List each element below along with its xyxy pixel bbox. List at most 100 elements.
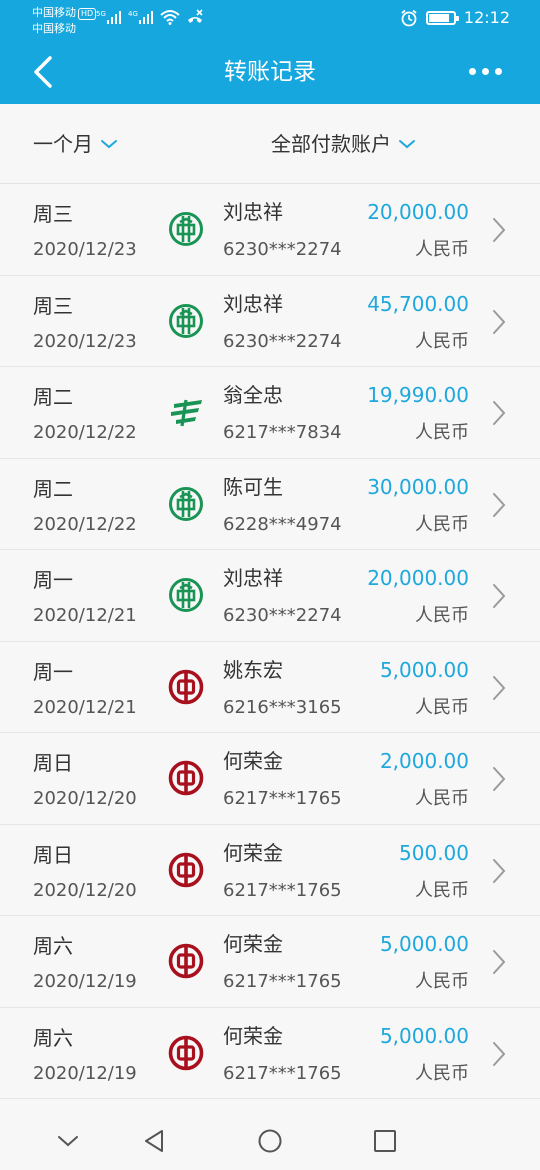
period-filter[interactable]: 一个月 — [33, 130, 119, 158]
transaction-list: 周三 2020/12/23 刘忠祥 6230***2274 20,000.00 人民币 周… — [0, 184, 540, 1099]
transaction-amount: 19,990.00 — [367, 383, 469, 407]
transaction-date: 2020/12/19 — [33, 971, 137, 992]
chevron-right-icon — [492, 583, 506, 609]
payee-account: 6217***1765 — [223, 788, 342, 809]
transaction-currency: 人民币 — [415, 239, 469, 260]
no-call-icon — [188, 9, 203, 23]
transaction-date: 2020/12/22 — [33, 513, 137, 535]
signal-4g-icon: 4G — [128, 10, 153, 24]
transaction-day: 周日 — [33, 842, 73, 867]
transaction-amount: 20,000.00 — [367, 200, 469, 224]
payee-name: 姚东宏 — [223, 657, 283, 682]
chevron-right-icon — [492, 492, 506, 518]
transaction-amount: 5,000.00 — [379, 657, 469, 682]
postal-bank-icon — [168, 394, 204, 430]
more-dot — [495, 68, 502, 75]
transaction-day: 周六 — [33, 934, 73, 958]
transaction-day: 周三 — [33, 293, 73, 318]
transaction-currency: 人民币 — [415, 879, 469, 901]
transaction-currency: 人民币 — [415, 330, 469, 352]
chevron-right-icon — [492, 675, 506, 701]
transaction-currency: 人民币 — [415, 696, 469, 718]
payee-account: 6216***3165 — [223, 696, 342, 718]
payee-account: 6217***1765 — [223, 1062, 342, 1084]
transaction-row[interactable]: 周三 2020/12/23 刘忠祥 6230***2274 45,700.00 人民币 — [0, 275, 540, 367]
carrier-info: 中国移动 HD 中国移动 — [32, 5, 97, 37]
signal-group: 5G 4G — [96, 9, 204, 25]
hd-badge: HD — [78, 8, 97, 20]
transaction-day: 周三 — [33, 202, 73, 226]
transaction-row[interactable]: 周三 2020/12/23 刘忠祥 6230***2274 20,000.00 人民币 — [0, 184, 540, 276]
chevron-right-icon — [492, 858, 506, 884]
payee-name: 陈可生 — [223, 474, 283, 499]
boc-bank-icon — [168, 760, 204, 796]
system-nav-bar — [0, 1110, 540, 1170]
signal-5g-icon: 5G — [96, 10, 121, 24]
abc-bank-icon — [168, 303, 204, 339]
network-4g-label: 4G — [128, 10, 138, 18]
transaction-row[interactable]: 周一 2020/12/21 刘忠祥 6230***2274 20,000.00 人民币 — [0, 550, 540, 642]
transaction-amount: 30,000.00 — [367, 474, 469, 499]
transaction-amount: 20,000.00 — [367, 566, 469, 590]
recents-square-icon[interactable] — [370, 1126, 400, 1156]
battery-icon — [425, 10, 459, 25]
home-circle-icon[interactable] — [255, 1126, 285, 1156]
payee-name: 何荣金 — [223, 840, 283, 865]
wifi-icon — [160, 10, 180, 25]
transaction-currency: 人民币 — [415, 971, 469, 992]
payee-account: 6228***4974 — [223, 513, 342, 535]
period-filter-label: 一个月 — [33, 132, 93, 156]
abc-bank-icon — [168, 577, 204, 613]
boc-bank-icon — [168, 669, 204, 705]
chevron-down-icon — [101, 140, 117, 149]
transaction-day: 周一 — [33, 659, 73, 684]
payee-account: 6230***2274 — [223, 239, 342, 260]
account-filter[interactable]: 全部付款账户 — [271, 130, 417, 158]
transaction-amount: 2,000.00 — [379, 749, 469, 773]
transaction-date: 2020/12/23 — [33, 330, 137, 352]
back-triangle-icon[interactable] — [140, 1126, 170, 1156]
transaction-date: 2020/12/21 — [33, 696, 137, 718]
boc-bank-icon — [168, 1035, 204, 1071]
payee-name: 刘忠祥 — [223, 200, 283, 224]
transaction-row[interactable]: 周二 2020/12/22 翁全忠 6217***7834 19,990.00 人民币 — [0, 367, 540, 459]
transaction-row[interactable]: 周六 2020/12/19 何荣金 6217***1765 5,000.00 人民币 — [0, 1007, 540, 1099]
transaction-day: 周日 — [33, 751, 73, 775]
payee-name: 刘忠祥 — [223, 566, 283, 590]
abc-bank-icon — [168, 486, 204, 522]
account-filter-label: 全部付款账户 — [271, 132, 391, 156]
carrier-name-2: 中国移动 — [32, 22, 76, 35]
chevron-right-icon — [492, 949, 506, 975]
transaction-date: 2020/12/21 — [33, 605, 137, 626]
collapse-icon[interactable] — [53, 1126, 83, 1156]
transaction-currency: 人民币 — [415, 513, 469, 535]
transaction-date: 2020/12/19 — [33, 1062, 137, 1084]
status-bar: 中国移动 HD 中国移动 5G 4G 12:12 — [0, 0, 540, 40]
transaction-day: 周六 — [33, 1025, 73, 1050]
chevron-right-icon — [492, 400, 506, 426]
transaction-amount: 5,000.00 — [379, 932, 469, 956]
transaction-row[interactable]: 周六 2020/12/19 何荣金 6217***1765 5,000.00 人民币 — [0, 916, 540, 1008]
transaction-date: 2020/12/20 — [33, 879, 137, 901]
transaction-row[interactable]: 周一 2020/12/21 姚东宏 6216***3165 5,000.00 人民币 — [0, 641, 540, 733]
payee-name: 何荣金 — [223, 932, 283, 956]
transaction-row[interactable]: 周日 2020/12/20 何荣金 6217***1765 500.00 人民币 — [0, 824, 540, 916]
transaction-row[interactable]: 周二 2020/12/22 陈可生 6228***4974 30,000.00 人民币 — [0, 458, 540, 550]
transaction-date: 2020/12/23 — [33, 239, 137, 260]
payee-account: 6217***1765 — [223, 971, 342, 992]
transaction-currency: 人民币 — [415, 605, 469, 626]
nav-bar: 转账记录 — [0, 40, 540, 104]
alarm-icon — [401, 9, 417, 26]
transaction-currency: 人民币 — [415, 1062, 469, 1084]
transaction-date: 2020/12/20 — [33, 788, 137, 809]
transaction-amount: 5,000.00 — [379, 1023, 469, 1048]
transaction-currency: 人民币 — [415, 788, 469, 809]
more-dot — [469, 68, 476, 75]
transaction-day: 周一 — [33, 568, 73, 592]
transaction-currency: 人民币 — [415, 422, 469, 443]
more-button[interactable] — [469, 68, 502, 75]
boc-bank-icon — [168, 943, 204, 979]
payee-name: 何荣金 — [223, 749, 283, 773]
payee-name: 刘忠祥 — [223, 291, 283, 316]
transaction-row[interactable]: 周日 2020/12/20 何荣金 6217***1765 2,000.00 人民币 — [0, 733, 540, 825]
